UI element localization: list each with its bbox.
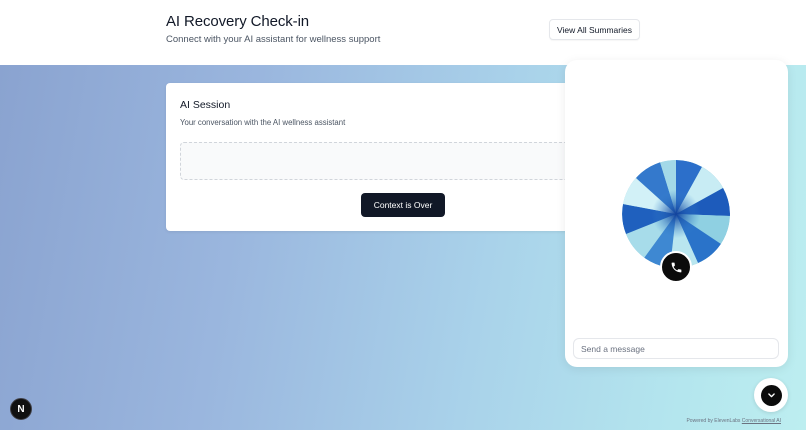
devtools-badge[interactable]: N xyxy=(10,398,32,420)
context-is-over-button[interactable]: Context is Over xyxy=(361,193,445,217)
phone-icon xyxy=(671,262,681,272)
page-subtitle: Connect with your AI assistant for welln… xyxy=(166,34,381,45)
session-title: AI Session xyxy=(180,99,231,111)
message-input[interactable] xyxy=(573,338,779,359)
powered-by: Powered by ElevenLabs Conversational AI xyxy=(686,418,781,424)
powered-by-link[interactable]: Conversational AI xyxy=(742,418,781,424)
collapse-widget-button[interactable] xyxy=(754,378,788,412)
chevron-down-icon xyxy=(767,392,775,397)
view-all-summaries-button[interactable]: View All Summaries xyxy=(549,19,640,40)
header: AI Recovery Check-in Connect with your A… xyxy=(0,0,806,65)
call-button[interactable] xyxy=(660,251,692,283)
session-card: AI Session Your conversation with the AI… xyxy=(166,83,576,231)
voice-widget-panel xyxy=(565,60,788,367)
powered-by-text: Powered by ElevenLabs xyxy=(686,418,741,424)
page-title: AI Recovery Check-in xyxy=(166,13,310,30)
conversation-area xyxy=(180,142,576,180)
session-description: Your conversation with the AI wellness a… xyxy=(180,118,346,127)
collapse-inner xyxy=(760,384,782,406)
